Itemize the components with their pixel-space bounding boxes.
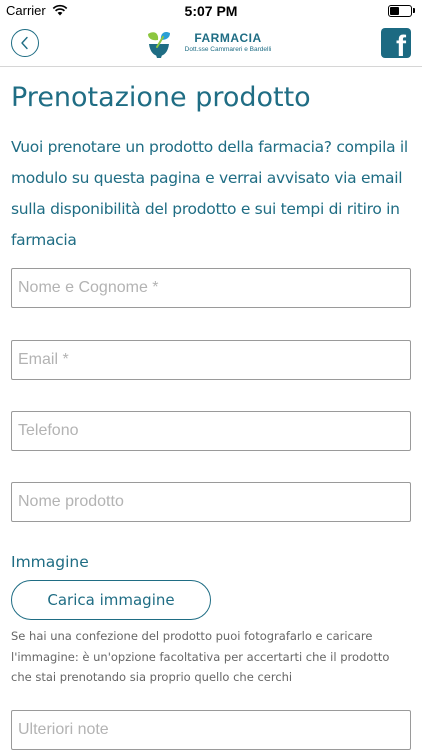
image-help-text: Se hai una confezione del prodotto puoi …	[11, 629, 390, 684]
chevron-left-icon	[21, 36, 28, 50]
status-bar: Carrier 5:07 PM	[0, 0, 422, 22]
image-label: Immagine	[11, 553, 89, 571]
pharmacy-logo: FARMACIA Dott.sse Cammareri e Bardelli	[145, 28, 285, 60]
clock: 5:07 PM	[184, 3, 238, 19]
battery-level	[390, 7, 399, 15]
back-button[interactable]	[11, 29, 39, 57]
intro-text: Vuoi prenotare un prodotto della farmaci…	[11, 138, 408, 249]
email-input[interactable]	[11, 340, 411, 380]
battery-icon	[388, 5, 415, 17]
nav-bar: FARMACIA Dott.sse Cammareri e Bardelli f	[0, 22, 422, 67]
upload-image-button[interactable]: Carica immagine	[11, 580, 211, 620]
mortar-leaf-icon	[148, 31, 170, 58]
notes-input[interactable]	[11, 710, 411, 750]
logo-title: FARMACIA	[194, 31, 262, 45]
product-name-input[interactable]	[11, 482, 411, 522]
logo-subtitle: Dott.sse Cammareri e Bardelli	[184, 46, 272, 53]
facebook-button[interactable]: f	[381, 28, 411, 58]
phone-input[interactable]	[11, 411, 411, 451]
facebook-icon: f	[396, 30, 406, 59]
name-input[interactable]	[11, 268, 411, 308]
page-title: Prenotazione prodotto	[11, 82, 311, 113]
